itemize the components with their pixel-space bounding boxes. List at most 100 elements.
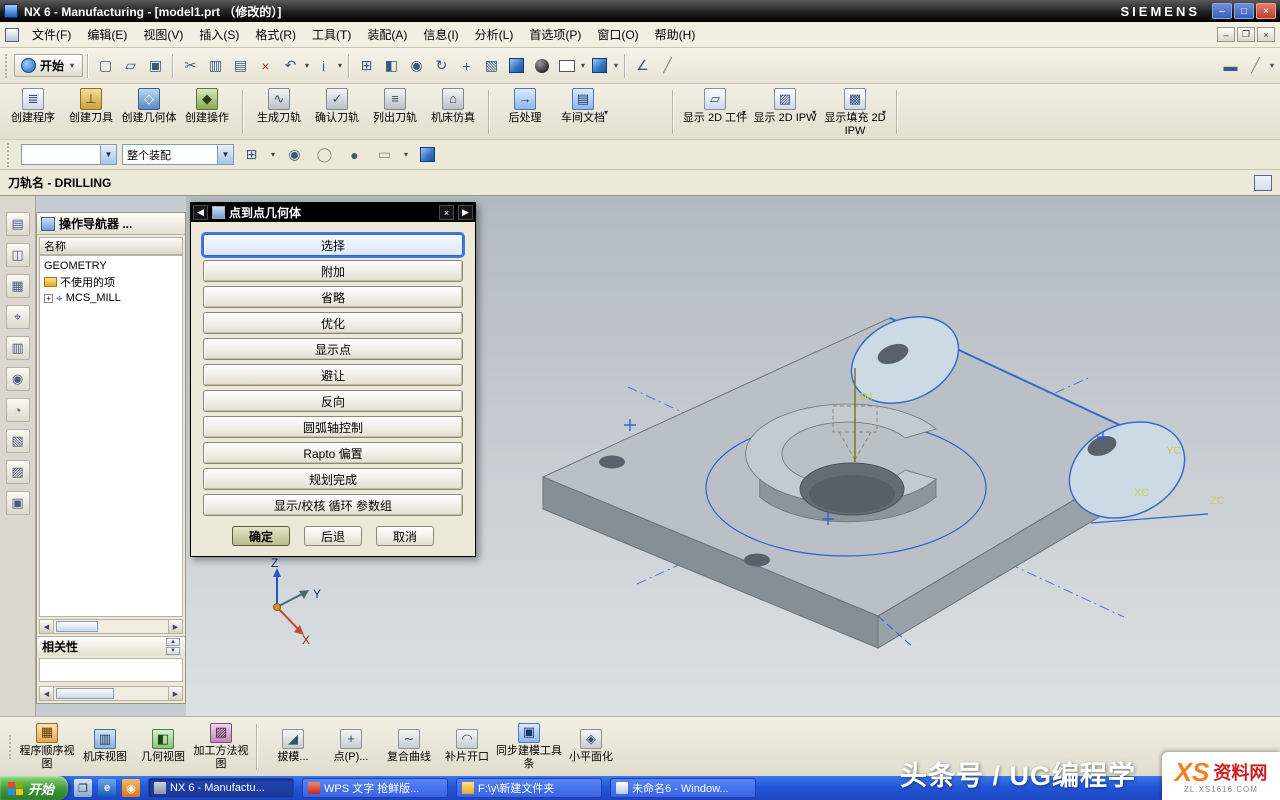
program-order-view-button[interactable]: ▦ 程序顺序视图 [18, 723, 76, 770]
tree-item-unused[interactable]: 不使用的项 [40, 274, 182, 290]
create-operation-button[interactable]: ◆ 创建操作 [178, 84, 236, 139]
dependencies-pane[interactable] [39, 658, 183, 682]
copy-icon[interactable]: ▥ [203, 53, 228, 78]
dialog-close-icon[interactable]: × [439, 205, 454, 220]
minimize-button[interactable]: – [1212, 3, 1232, 19]
menu-analysis[interactable]: 分析(L) [467, 22, 522, 47]
measure-icon[interactable]: ╱ [655, 53, 680, 78]
show-2d-ipw-dropdown-icon[interactable]: ▾ [812, 108, 816, 117]
display-points-button[interactable]: 显示点 [203, 338, 463, 360]
wireframe-display-icon[interactable]: ▧ [479, 53, 504, 78]
navigator-header[interactable]: 操作导航器 ... [37, 213, 185, 235]
menu-preferences[interactable]: 首选项(P) [521, 22, 589, 47]
show-filled-dropdown-icon[interactable]: ▾ [882, 108, 886, 117]
history-icon[interactable]: ▧ [6, 429, 30, 453]
reverse-button[interactable]: 反向 [203, 390, 463, 412]
system-scenes-icon[interactable]: ▣ [6, 491, 30, 515]
create-program-button[interactable]: ≣ 创建程序 [4, 84, 62, 139]
reuse-library-icon[interactable]: ◉ [6, 367, 30, 391]
shop-doc-dropdown-icon[interactable]: ▾ [604, 108, 608, 117]
postprocess-button[interactable]: → 后处理 [496, 84, 554, 139]
background-dropdown-icon[interactable]: ▾ [579, 61, 587, 70]
more-tools-dropdown-icon[interactable]: ▾ [1268, 61, 1276, 70]
mdi-restore-button[interactable]: ❐ [1237, 27, 1255, 42]
pencil-icon[interactable]: ╱ [1243, 53, 1268, 78]
start-menu-button[interactable]: 开始 ▾ [14, 54, 83, 77]
maximize-button[interactable]: □ [1234, 3, 1254, 19]
show-2d-ipw-button[interactable]: ▨ 显示 2D IPW ▾ [750, 84, 820, 139]
show-filled-2d-ipw-button[interactable]: ▩ 显示填充 2D IPW ▾ [820, 84, 890, 139]
zoom-icon[interactable]: ◉ [404, 53, 429, 78]
web-browser-icon[interactable]: ◔ [6, 398, 30, 422]
magnify-icon[interactable]: ◉ [282, 142, 307, 167]
create-geometry-button[interactable]: ◇ 创建几何体 [120, 84, 178, 139]
menu-information[interactable]: 信息(I) [415, 22, 466, 47]
planning-complete-button[interactable]: 规划完成 [203, 468, 463, 490]
show-desktop-icon[interactable]: ❐ [74, 779, 92, 797]
tree-item-mcs-mill[interactable]: + ⌖ MCS_MILL [40, 290, 182, 306]
dialog-back-icon[interactable]: ◀ [193, 205, 208, 220]
selection-type-combo[interactable]: ▼ [21, 144, 117, 165]
draft-button[interactable]: ◢ 拔模... [264, 729, 322, 764]
scroll-left-icon[interactable]: ◀ [40, 687, 54, 700]
scroll-right-icon[interactable]: ▶ [168, 687, 182, 700]
dialog-forward-icon[interactable]: ▶ [458, 205, 473, 220]
taskbar-window-untitled[interactable]: 未命名6 - Window... [610, 778, 756, 798]
mdi-close-button[interactable]: × [1257, 27, 1275, 42]
information-dropdown-icon[interactable]: ▾ [336, 61, 344, 70]
create-tool-button[interactable]: ⊥ 创建刀具 [62, 84, 120, 139]
omit-button[interactable]: 省略 [203, 286, 463, 308]
shop-documentation-button[interactable]: ▤ 车间文档 ▾ [554, 84, 612, 139]
menu-help[interactable]: 帮助(H) [647, 22, 704, 47]
dependencies-hscrollbar[interactable]: ◀ ▶ [39, 686, 183, 701]
shaded-display-icon[interactable] [504, 53, 529, 78]
delete-icon[interactable]: × [253, 53, 278, 78]
scroll-left-icon[interactable]: ◀ [40, 620, 54, 633]
ruler-icon[interactable]: ▬ [1218, 53, 1243, 78]
avoidance-button[interactable]: 避让 [203, 364, 463, 386]
rapto-offset-button[interactable]: Rapto 偏置 [203, 442, 463, 464]
tree-item-geometry[interactable]: GEOMETRY [40, 258, 182, 274]
background-icon[interactable] [554, 53, 579, 78]
back-button[interactable]: 后退 [304, 526, 362, 546]
verify-cycle-parameter-button[interactable]: 显示/校核 循环 参数组 [203, 494, 463, 516]
mdi-window-icon[interactable] [5, 28, 19, 42]
selection-scope-combo[interactable]: 整个装配 ▼ [122, 144, 234, 165]
synchronous-modeling-toolbar-button[interactable]: ▣ 同步建模工具条 [496, 723, 562, 770]
appearance-sphere-icon[interactable] [529, 53, 554, 78]
deselect-icon[interactable]: ◯ [312, 142, 337, 167]
cut-icon[interactable]: ✂ [178, 53, 203, 78]
operation-navigator-icon[interactable]: ⌖ [6, 305, 30, 329]
highlight-icon[interactable]: ● [342, 142, 367, 167]
roles-icon[interactable]: ▨ [6, 460, 30, 484]
combo-dropdown-icon[interactable]: ▼ [217, 145, 233, 164]
internet-explorer-icon[interactable]: e [98, 779, 116, 797]
taskbar-window-folder[interactable]: F:\y\新建文件夹 [456, 778, 602, 798]
patch-opening-button[interactable]: ◠ 补片开口 [438, 729, 496, 764]
windows-start-button[interactable]: 开始 [0, 776, 68, 800]
hole[interactable] [744, 554, 770, 567]
scroll-thumb[interactable] [56, 688, 114, 699]
part-navigator-icon[interactable]: ▦ [6, 274, 30, 298]
navigator-hscrollbar[interactable]: ◀ ▶ [39, 619, 183, 634]
snap-filter-dropdown-icon[interactable]: ▾ [269, 150, 277, 159]
menu-tools[interactable]: 工具(T) [304, 22, 359, 47]
undo-dropdown-icon[interactable]: ▾ [303, 61, 311, 70]
ok-button[interactable]: 确定 [232, 526, 290, 546]
verify-toolpath-button[interactable]: ✓ 确认刀轨 [308, 84, 366, 139]
pan-view-icon[interactable]: + [454, 53, 479, 78]
geometry-view-button[interactable]: ◧ 几何视图 [134, 729, 192, 764]
undo-icon[interactable]: ↶ [278, 53, 303, 78]
menu-window[interactable]: 窗口(O) [589, 22, 646, 47]
snap-point-icon[interactable]: ∠ [630, 53, 655, 78]
zoom-window-icon[interactable]: ◧ [379, 53, 404, 78]
select-button[interactable]: 选择 [203, 234, 463, 256]
scroll-thumb[interactable] [56, 621, 98, 632]
toolbar-grip[interactable] [7, 143, 12, 167]
generate-toolpath-button[interactable]: ∿ 生成刀轨 [250, 84, 308, 139]
paste-icon[interactable]: ▤ [228, 53, 253, 78]
fit-view-icon[interactable]: ⊞ [354, 53, 379, 78]
save-icon[interactable]: ▣ [143, 53, 168, 78]
combo-dropdown-icon[interactable]: ▼ [100, 145, 116, 164]
toolbar-grip[interactable] [5, 54, 10, 78]
